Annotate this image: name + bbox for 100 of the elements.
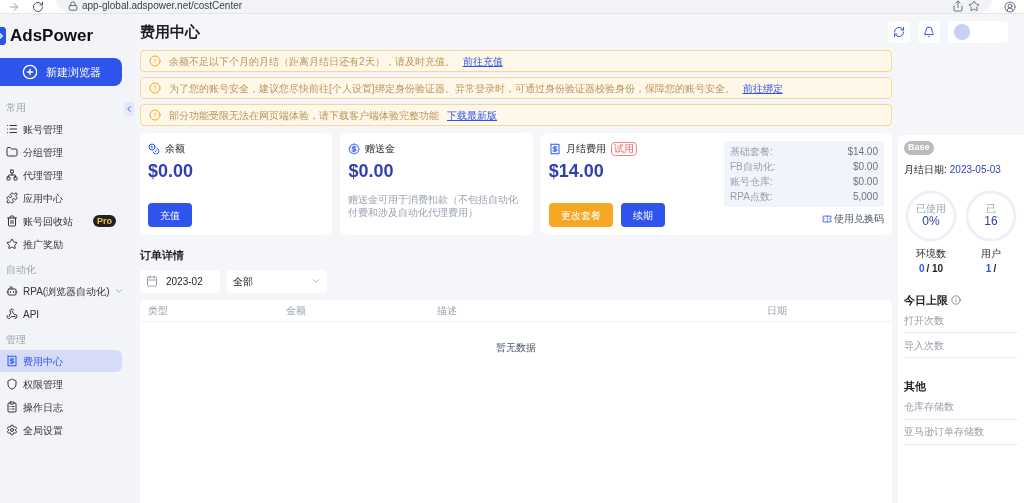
- new-browser-button[interactable]: 新建浏览器: [0, 58, 122, 86]
- breakdown-value: $14.00: [847, 145, 878, 159]
- meter-used: 1: [985, 261, 992, 276]
- robot-icon: [6, 285, 18, 297]
- meter-total: / 10: [926, 261, 944, 276]
- warning-icon: [149, 55, 161, 67]
- breakdown-label: RPA点数:: [730, 190, 773, 204]
- card-amount: $0.00: [148, 160, 195, 183]
- star-icon: [6, 238, 18, 250]
- nav-item[interactable]: 账号回收站 Pro: [0, 210, 122, 232]
- nav-label: 账号管理: [23, 122, 63, 137]
- refresh-icon: [893, 26, 905, 38]
- section-title: 管理: [5, 333, 27, 347]
- breakdown-label: 基础套餐:: [730, 145, 773, 159]
- coins-icon: [148, 142, 160, 155]
- settings-icon: [6, 424, 18, 436]
- meter-percent: 0%: [922, 214, 940, 228]
- breakdown-value: $0.00: [852, 175, 878, 189]
- page-title: 费用中心: [140, 21, 200, 42]
- reload-icon[interactable]: [32, 1, 44, 13]
- plus-icon: [21, 64, 38, 80]
- section-heading: 今日上限: [904, 292, 948, 308]
- address-bar[interactable]: app-global.adspower.net/costCenter: [56, 0, 992, 13]
- warning-icon: [149, 109, 161, 121]
- shield-icon: [6, 378, 18, 390]
- puzzle-icon: [6, 192, 18, 204]
- limit-label: 打开次数: [904, 313, 944, 328]
- nav-label: 费用中心: [23, 354, 63, 369]
- warning-icon: [149, 82, 161, 94]
- nav-item[interactable]: 代理管理: [0, 164, 122, 186]
- receipt-icon: [6, 355, 18, 367]
- billing-date: 2023-05-03: [949, 162, 1001, 177]
- storage-label: 亚马逊订单存储数: [904, 425, 984, 439]
- meter-total: /: [993, 261, 997, 276]
- storage-label: 仓库存储数: [904, 400, 954, 414]
- column-header: 金额: [286, 303, 307, 318]
- breakdown-value: $0.00: [852, 160, 878, 174]
- sync-button[interactable]: [888, 21, 910, 43]
- nav-item[interactable]: 权限管理: [0, 373, 122, 395]
- trial-tag: 试用: [610, 141, 637, 156]
- chevron-left-icon: [124, 104, 134, 114]
- profile-icon[interactable]: [1004, 1, 1016, 13]
- card-label: 余额: [165, 142, 185, 156]
- breakdown-label: FB自动化:: [730, 160, 776, 174]
- nav-item[interactable]: 费用中心: [0, 350, 122, 372]
- section-title: 常用: [5, 101, 27, 115]
- share-icon[interactable]: [952, 0, 964, 12]
- action-button[interactable]: 充值: [148, 203, 192, 227]
- logo-text: AdsPower: [10, 25, 94, 48]
- breakdown-label: 账号仓库:: [730, 175, 773, 189]
- action-button[interactable]: 续期: [620, 203, 665, 227]
- alert-link[interactable]: 前往充值: [462, 53, 503, 69]
- column-header: 描述: [437, 303, 458, 318]
- pro-badge: Pro: [93, 215, 116, 227]
- nav-label: 操作日志: [23, 400, 63, 415]
- nav-label: 代理管理: [23, 168, 63, 183]
- url-text: app-global.adspower.net/costCenter: [82, 1, 243, 11]
- nav-label: 账号回收站: [23, 214, 73, 229]
- nav-item[interactable]: 分组管理: [0, 141, 122, 163]
- nav-label: RPA(浏览器自动化): [23, 284, 110, 299]
- nav-item[interactable]: API: [0, 303, 122, 325]
- redeem-link[interactable]: 使用兑换码: [822, 211, 884, 226]
- nav-label: 分组管理: [23, 145, 63, 160]
- nav-label: 全局设置: [23, 423, 63, 438]
- meter-used: 0: [918, 261, 925, 276]
- card-label: 赠送金: [365, 142, 396, 156]
- nav-item[interactable]: 全局设置: [0, 419, 122, 441]
- nav-item[interactable]: 应用中心: [0, 187, 122, 209]
- month-picker[interactable]: 2023-02: [140, 269, 220, 293]
- date-label: 月结日期:: [904, 162, 947, 177]
- meter-percent: 16: [984, 214, 998, 228]
- network-icon: [6, 169, 18, 181]
- limit-label: 导入次数: [904, 338, 944, 353]
- list-icon: [6, 123, 18, 135]
- avatar-icon: [954, 24, 970, 40]
- type-select[interactable]: 全部: [227, 269, 327, 293]
- card-amount: $14.00: [548, 160, 605, 183]
- alert-text: 部分功能受限无法在网页端体验，请下载客户端体验完整功能: [169, 108, 439, 123]
- alert-text: 余额不足以下个月的月结（距离月结日还有2天），请及时充值。: [169, 54, 455, 69]
- nav-item[interactable]: 推广奖励: [0, 233, 122, 255]
- folder-icon: [6, 146, 18, 158]
- nav-item[interactable]: RPA(浏览器自动化): [0, 280, 122, 302]
- column-header: 类型: [148, 303, 169, 318]
- alert-link[interactable]: 前往绑定: [742, 80, 783, 96]
- card-label: 月结费用: [565, 142, 606, 156]
- plan-badge: Base: [904, 141, 934, 155]
- alert-link[interactable]: 下载最新版: [447, 107, 497, 123]
- notification-button[interactable]: [918, 21, 940, 43]
- bookmark-star-icon[interactable]: [968, 0, 980, 12]
- bell-icon: [923, 26, 935, 38]
- meter-name: 环境数: [916, 246, 946, 261]
- info-icon[interactable]: [951, 294, 961, 305]
- card-note: 赠送金可用于消费扣款（不包括自动化付费和涉及自动化代理费用）: [348, 193, 520, 219]
- collapse-button[interactable]: [124, 102, 134, 116]
- trash-icon: [6, 215, 18, 227]
- nav-label: API: [23, 307, 40, 322]
- nav-item[interactable]: 账号管理: [0, 118, 122, 140]
- alert-text: 为了您的账号安全，建议您尽快前往[个人设置]绑定身份验证器。异常登录时，可通过身份验证器校验身份，保障您的账号安全。: [169, 81, 735, 96]
- nav-item[interactable]: 操作日志: [0, 396, 122, 418]
- breakdown-value: 5,000: [852, 190, 878, 204]
